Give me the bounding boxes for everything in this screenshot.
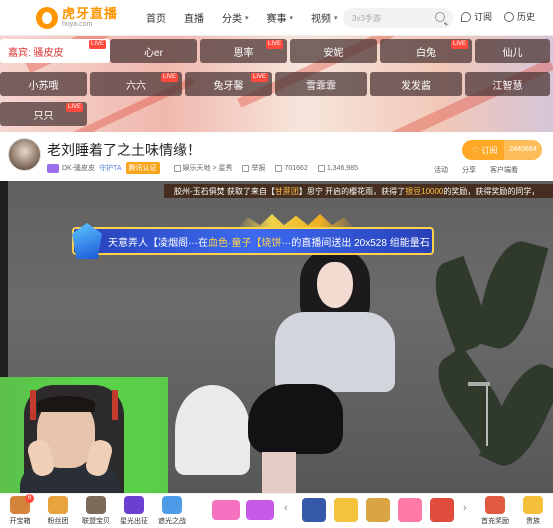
room-chip[interactable]: 恩率 LIVE (200, 39, 287, 63)
brand-name: 虎牙直播 (62, 6, 119, 21)
toolbar-item-icon (124, 496, 144, 514)
heart-icon: ♡ (472, 145, 482, 155)
certified-badge: 腾讯认证 (125, 162, 160, 174)
room-chip[interactable]: 心er (110, 39, 197, 63)
report-link[interactable]: 举报 (251, 163, 265, 173)
category-icon (173, 164, 181, 172)
subscribe-button[interactable]: ♡ 订阅 2440884 (462, 140, 542, 160)
toolbar-item[interactable]: 开宝箱 6 (0, 494, 40, 526)
history-nav-button[interactable]: 历史 (504, 10, 535, 23)
search-placeholder: 3v3手游 (352, 13, 381, 23)
room-title: 老刘睡着了之土味情缘！ (47, 142, 201, 158)
fans-icon (317, 164, 325, 172)
promo-banner-2[interactable] (246, 500, 274, 520)
room-chip[interactable]: 只只 LIVE (0, 102, 87, 126)
live-badge: LIVE (265, 40, 283, 49)
gift-scroll-right-icon[interactable]: › (463, 502, 467, 514)
huya-logo[interactable]: 虎牙直播 huya.com (36, 6, 119, 29)
brand-domain: huya.com (62, 21, 93, 28)
gift-item-icon[interactable] (430, 498, 454, 522)
nav-category[interactable]: 分类 ▾ (222, 10, 249, 25)
streamer-top (275, 312, 395, 392)
huya-live-room: 虎牙直播 huya.com 首页 直播 分类 ▾ 赛事 ▾ 视频 ▾ 3v3手游 订阅… (0, 0, 553, 528)
nav-home[interactable]: 首页 (146, 10, 166, 25)
nav-match[interactable]: 赛事 ▾ (267, 10, 294, 25)
streamer-skirt (248, 384, 343, 454)
guest-chip[interactable]: 嘉宾: 骚皮皮 LIVE (0, 39, 110, 63)
chevron-down-icon: ▾ (289, 14, 294, 22)
room-chip[interactable]: 六六 LIVE (90, 72, 182, 96)
toolbar-item[interactable]: 粉丝团 (38, 496, 78, 526)
gift-scroll-left-icon[interactable]: ‹ (284, 502, 288, 514)
subscribe-count: 2440884 (504, 140, 542, 160)
toolbar-item[interactable]: 遮光之战 (152, 496, 192, 526)
clock-icon (504, 11, 514, 22)
host-name[interactable]: DK-骚皮皮 (62, 163, 95, 173)
room-chip[interactable]: 兔牙馨 LIVE (185, 72, 272, 96)
live-badge: LIVE (160, 73, 178, 82)
video-plant (425, 235, 553, 493)
nav-live[interactable]: 直播 (184, 10, 204, 25)
live-badge: LIVE (65, 103, 83, 112)
room-info: 老刘睡着了之土味情缘！ DK-骚皮皮 守护TA 腾讯认证 娱乐天地 > 星秀 举… (0, 132, 553, 180)
streamer-leg (262, 452, 296, 493)
report-icon (242, 164, 250, 172)
room-chip[interactable]: 小苏哦 (0, 72, 87, 96)
huya-logo-icon (36, 6, 58, 29)
chevron-down-icon: ▾ (334, 14, 338, 22)
search-input[interactable]: 3v3手游 (343, 8, 453, 28)
nav-menu: 首页 直播 分类 ▾ 赛事 ▾ 视频 ▾ (146, 10, 356, 25)
share-button[interactable]: 分享 (462, 165, 476, 175)
first-recharge-button[interactable]: 首充奖励 (475, 496, 515, 526)
level-badge (47, 163, 59, 173)
promo-banner-1[interactable] (212, 500, 240, 520)
gift-item-icon[interactable] (398, 498, 422, 522)
subscribe-label: ♡ 订阅 (472, 145, 498, 155)
gift-item-icon[interactable] (302, 498, 326, 522)
reward-marquee: 胶州-玉石俱焚 获取了来自【 甘蔗团 】思宁 开启的樱花雨，获得了 银豆10000 的奖… (164, 184, 553, 198)
heart-icon (461, 11, 471, 22)
room-chip[interactable]: 白兔 LIVE (380, 39, 472, 63)
toolbar-item-icon (86, 496, 106, 514)
room-chip[interactable]: 江智慧 (465, 72, 550, 96)
crown-icon (523, 496, 543, 514)
nav-video[interactable]: 视频 ▾ (311, 10, 338, 25)
chevron-down-icon: ▾ (245, 14, 249, 22)
viewers-icon (275, 164, 283, 172)
room-chip[interactable]: 仙儿 (475, 39, 550, 63)
room-chip[interactable]: 发发酱 (370, 72, 462, 96)
guard-link[interactable]: 守护TA (99, 163, 121, 173)
live-badge: LIVE (450, 40, 468, 49)
client-watch-button[interactable]: 客户端看 (490, 165, 518, 175)
notification-badge: 6 (25, 494, 34, 503)
streamer-face (317, 262, 353, 308)
toolbar-item[interactable]: 联盟宝贝 (76, 496, 116, 526)
live-badge: LIVE (88, 40, 106, 49)
bottom-toolbar: 开宝箱 6 粉丝团 联盟宝贝 星光出征 遮光之战 ‹ › 首充奖励 贵族 (0, 493, 553, 528)
gift-item-icon[interactable] (366, 498, 390, 522)
gift-broadcast-banner[interactable]: 天意弄人【凌烟阁… 在 血色·童子【烧饼… 的直播间送出 20x528 组能量石 (72, 227, 434, 255)
viewer-count: 701662 (284, 164, 308, 172)
toolbar-item-icon (48, 496, 68, 514)
toolbar-item-icon (162, 496, 182, 514)
host-avatar[interactable] (8, 138, 41, 171)
gift-box-icon (485, 496, 505, 514)
toolbar-item[interactable]: 星光出征 (114, 496, 154, 526)
gift-item-icon[interactable] (334, 498, 358, 522)
fan-count: 1,346,985 (326, 164, 358, 172)
room-chip[interactable]: 安妮 (290, 39, 377, 63)
search-icon[interactable] (435, 12, 445, 22)
room-chip[interactable]: 雪霏霏 (275, 72, 367, 96)
live-badge: LIVE (250, 73, 268, 82)
report-button[interactable]: 活动 (434, 165, 448, 175)
subscribe-nav-button[interactable]: 订阅 (461, 10, 492, 23)
video-white-prop (175, 385, 250, 475)
category-path[interactable]: 娱乐天地 > 星秀 (183, 163, 233, 173)
noble-button[interactable]: 贵族 (513, 496, 553, 526)
